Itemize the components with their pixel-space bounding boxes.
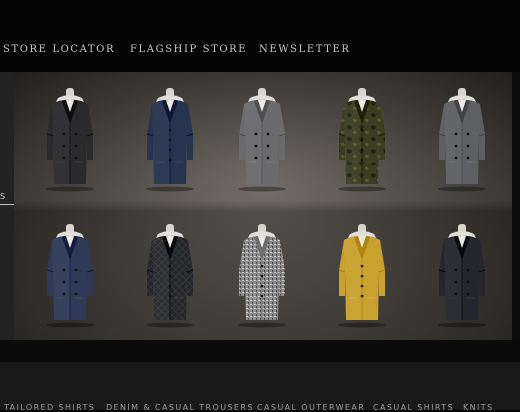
coat-product-6[interactable] — [30, 224, 110, 328]
stage-footer-band — [0, 340, 520, 362]
coat-product-5[interactable] — [422, 88, 502, 192]
category-casual-outerwear[interactable]: CASUAL OUTERWEAR — [257, 403, 365, 412]
coat-product-10[interactable] — [422, 224, 502, 328]
coat-illustration — [338, 88, 386, 192]
coat-product-8[interactable] — [222, 224, 302, 328]
coat-illustration — [46, 224, 94, 328]
top-navigation: STORE LOCATOR FLAGSHIP STORE NEWSLETTER — [0, 0, 520, 72]
coat-illustration — [238, 224, 286, 328]
category-tailored-shirts[interactable]: TAILORED SHIRTS — [4, 403, 95, 412]
coat-illustration — [438, 224, 486, 328]
coat-illustration — [438, 88, 486, 192]
category-bar: TAILORED SHIRTS DENIM & CASUAL TROUSERS … — [0, 362, 520, 412]
coat-illustration — [338, 224, 386, 328]
category-denim-casual-trousers[interactable]: DENIM & CASUAL TROUSERS — [106, 403, 254, 412]
nav-store-locator[interactable]: STORE LOCATOR — [3, 44, 115, 55]
category-casual-shirts[interactable]: CASUAL SHIRTS — [373, 403, 454, 412]
category-knits[interactable]: KNITS — [463, 403, 494, 412]
nav-newsletter[interactable]: NEWSLETTER — [259, 44, 350, 55]
coat-product-7[interactable] — [130, 224, 210, 328]
side-tab[interactable]: S — [0, 72, 14, 340]
product-stage — [14, 72, 512, 340]
coat-product-2[interactable] — [130, 88, 210, 192]
coat-illustration — [46, 88, 94, 192]
coat-illustration — [146, 88, 194, 192]
nav-flagship-store[interactable]: FLAGSHIP STORE — [130, 44, 247, 55]
side-tab-label: S — [0, 192, 6, 201]
coat-product-9[interactable] — [322, 224, 402, 328]
side-tab-underline — [0, 204, 14, 205]
coat-illustration — [146, 224, 194, 328]
coat-product-3[interactable] — [222, 88, 302, 192]
coat-product-1[interactable] — [30, 88, 110, 192]
coat-illustration — [238, 88, 286, 192]
right-edge-bar — [512, 72, 520, 340]
coat-product-4[interactable] — [322, 88, 402, 192]
